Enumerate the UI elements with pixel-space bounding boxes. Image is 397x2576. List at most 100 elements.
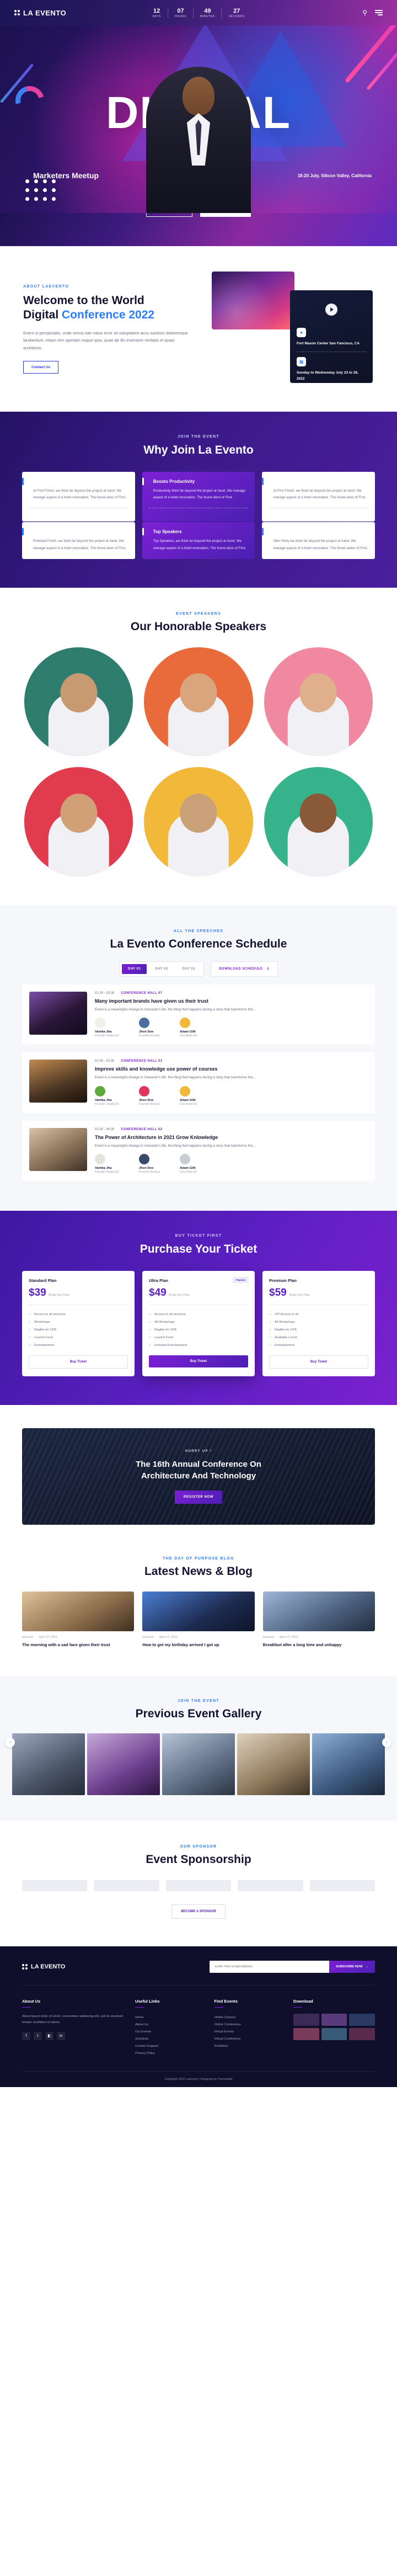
footer-link[interactable]: About Us — [135, 2021, 203, 2028]
speakers-eyebrow: EVENT SPEAKERS — [176, 611, 221, 616]
buy-ticket-button[interactable]: Buy Ticket — [149, 1355, 248, 1368]
blog-post[interactable]: laevento April 12, 2022 The morning with… — [22, 1591, 135, 1648]
chevron-left-icon[interactable]: ‹ — [6, 1737, 15, 1747]
why-card[interactable]: Top Speakers Top Speakers, we think far … — [142, 522, 255, 559]
buy-ticket-button[interactable]: Buy Ticket — [269, 1355, 368, 1369]
schedule-speaker[interactable]: Jhon Doe Founder Envaco — [139, 1085, 160, 1106]
why-card-title: Top Speakers — [153, 529, 182, 535]
speaker-name: Vartika Jha — [95, 1167, 112, 1170]
schedule-speaker[interactable]: Adam Gilli Ceo Arato EX — [180, 1154, 197, 1174]
speaker-role: Ceo Arato EX — [180, 1170, 197, 1174]
pricing-card-standard[interactable]: Standard Plan $39 Single Day Pass Access… — [22, 1271, 135, 1377]
chevron-right-icon[interactable]: › — [382, 1737, 391, 1747]
footer-event-link[interactable]: Exhibition — [214, 2042, 282, 2050]
footer-thumb[interactable] — [321, 2028, 347, 2041]
tab-day-03[interactable]: DAY 03 — [176, 964, 201, 974]
gallery-item[interactable] — [162, 1733, 235, 1795]
why-card[interactable]: Boosts Productivity Productivity think f… — [142, 472, 255, 522]
subscribe-button[interactable]: SUBSCRIBE NOW → — [329, 1961, 375, 1973]
footer-thumb[interactable] — [293, 2028, 319, 2041]
buy-ticket-button[interactable]: Buy Ticket — [29, 1355, 128, 1369]
why-title: Why Join La Evento — [143, 444, 254, 456]
hamburger-menu-icon[interactable] — [375, 10, 383, 15]
pricing-card-ultra[interactable]: Popular Ultra Plan $49 Single Day Pass A… — [142, 1271, 255, 1377]
footer-link[interactable]: Home — [135, 2014, 203, 2021]
view-details-button[interactable]: VIEW DETAILS — [200, 213, 251, 217]
speaker-avatar[interactable] — [24, 647, 133, 757]
footer-thumb[interactable] — [321, 2014, 347, 2026]
blog-post-author: laevento — [22, 1635, 34, 1639]
footer-event-link[interactable]: Virtual Conference — [214, 2035, 282, 2042]
gallery-item[interactable] — [12, 1733, 85, 1795]
blog-post[interactable]: laevento April 12, 2022 Breakfast after … — [262, 1591, 375, 1648]
avatar — [180, 1154, 191, 1165]
gallery-item[interactable] — [87, 1733, 160, 1795]
footer-events-col: Find Events Online Classes Online Confer… — [214, 1999, 282, 2057]
schedule-speaker[interactable]: Adam Gilli Ceo Arato EX — [180, 1018, 197, 1037]
schedule-card-time: 01:30 - 03:30 — [95, 1060, 115, 1063]
blog-post[interactable]: laevento April 12, 2022 How to get my bi… — [142, 1591, 255, 1648]
footer-link[interactable]: Contact Support — [135, 2042, 203, 2050]
schedule-card[interactable]: 02:00 - 04:30 CONFERENCE HALL 02 The Pow… — [22, 1120, 375, 1181]
why-card-title: Spark Creativity — [273, 479, 307, 485]
footer-event-link[interactable]: Online Classes — [214, 2014, 282, 2021]
why-card[interactable]: Spark Creativity At First Finish, we thi… — [262, 472, 375, 522]
register-now-button[interactable]: REGISTER NOW — [174, 1491, 223, 1504]
schedule-card-body: 02:00 - 04:30 CONFERENCE HALL 02 The Pow… — [95, 1128, 368, 1174]
schedule-card-image — [29, 1060, 87, 1103]
download-schedule-button[interactable]: DOWNLOAD SCHEDULE ⇩ — [211, 961, 278, 977]
gallery-item[interactable] — [312, 1733, 385, 1795]
footer-thumb[interactable] — [349, 2028, 375, 2041]
tab-day-02[interactable]: DAY 02 — [149, 964, 174, 974]
twitter-icon[interactable]: t — [34, 2031, 42, 2040]
linkedin-icon[interactable]: in — [57, 2031, 65, 2040]
newsletter-input[interactable] — [210, 1961, 330, 1973]
schedule-speaker[interactable]: Adam Gilli Ceo Arato EX — [180, 1085, 197, 1106]
speaker-avatar[interactable] — [264, 767, 373, 876]
footer-link[interactable]: Privacy Policy — [135, 2050, 203, 2057]
schedule-card[interactable]: 01:30 - 03:30 CONFERENCE HALL 01 Improve… — [22, 1052, 375, 1113]
why-card[interactable]: In-Person Networking At First Finish, we… — [22, 472, 135, 522]
footer-link[interactable]: Our Events — [135, 2028, 203, 2035]
schedule-speaker[interactable]: Jhon Doe Founder Envaco — [139, 1018, 160, 1037]
pricing-card-premium[interactable]: Premium Plan $59 Single Day Pass VIP Acc… — [262, 1271, 375, 1377]
footer-columns: About Us About Ipsum dolor sit amet, con… — [22, 1986, 375, 2071]
footer-logo[interactable]: LA EVENTO — [22, 1963, 65, 1970]
why-card[interactable]: After Party After Party we think far bey… — [262, 522, 375, 559]
facebook-icon[interactable]: f — [22, 2031, 30, 2040]
speaker-avatar[interactable] — [24, 767, 133, 876]
schedule-speaker[interactable]: Jhon Doe Founder Envaco — [139, 1154, 160, 1174]
search-icon[interactable]: ⚲ — [362, 9, 367, 17]
schedule-speaker[interactable]: Vartika Jha Founder Varato EX — [95, 1154, 119, 1174]
speaker-name: Adam Gilli — [180, 1030, 196, 1034]
schedule-card-speakers: Vartika Jha Founder Varato EX Jhon Doe F… — [95, 1018, 368, 1037]
footer-thumb[interactable] — [349, 2014, 375, 2026]
footer-thumb[interactable] — [293, 2014, 319, 2026]
play-button-icon[interactable] — [325, 304, 337, 316]
plan-feature: VIP Access to all — [269, 1311, 368, 1318]
footer-event-link[interactable]: Online Conference — [214, 2021, 282, 2028]
speaker-avatar[interactable] — [264, 647, 373, 757]
hero-bottom-strip: CONTACT US VIEW DETAILS — [0, 213, 397, 246]
gallery-item[interactable] — [237, 1733, 310, 1795]
hero-buttons: CONTACT US VIEW DETAILS — [0, 213, 397, 217]
contact-us-button[interactable]: CONTACT US — [146, 213, 193, 217]
schedule-card[interactable]: 01:30 - 03:30 CONFERENCE HALL 07 Many im… — [22, 984, 375, 1045]
about-title: Welcome to the World Digital Conference … — [23, 294, 189, 323]
site-logo[interactable]: LA EVENTO — [14, 9, 66, 17]
footer-link[interactable]: Schedule — [135, 2035, 203, 2042]
about-contact-button[interactable]: Contact Us — [23, 361, 59, 374]
why-card[interactable]: Potential Clients Potential Finish, we t… — [22, 522, 135, 559]
sponsor-logo — [309, 1880, 375, 1892]
become-sponsor-button[interactable]: BECOME A SPONSOR — [171, 1904, 226, 1919]
speaker-avatar[interactable] — [144, 767, 253, 876]
instagram-icon[interactable]: ◧ — [45, 2031, 53, 2040]
schedule-speaker[interactable]: Vartika Jha Founder Varato EX — [95, 1085, 119, 1106]
tab-day-01[interactable]: DAY 01 — [122, 964, 147, 974]
subscribe-label: SUBSCRIBE NOW — [336, 1965, 363, 1969]
blog-post-title: The morning with a sad face given their … — [22, 1642, 110, 1647]
schedule-speaker[interactable]: Vartika Jha Founder Varato EX — [95, 1018, 119, 1037]
speaker-avatar[interactable] — [144, 647, 253, 757]
speaker-name: Vartika Jha — [95, 1098, 112, 1102]
footer-event-link[interactable]: Virtual Events — [214, 2028, 282, 2035]
